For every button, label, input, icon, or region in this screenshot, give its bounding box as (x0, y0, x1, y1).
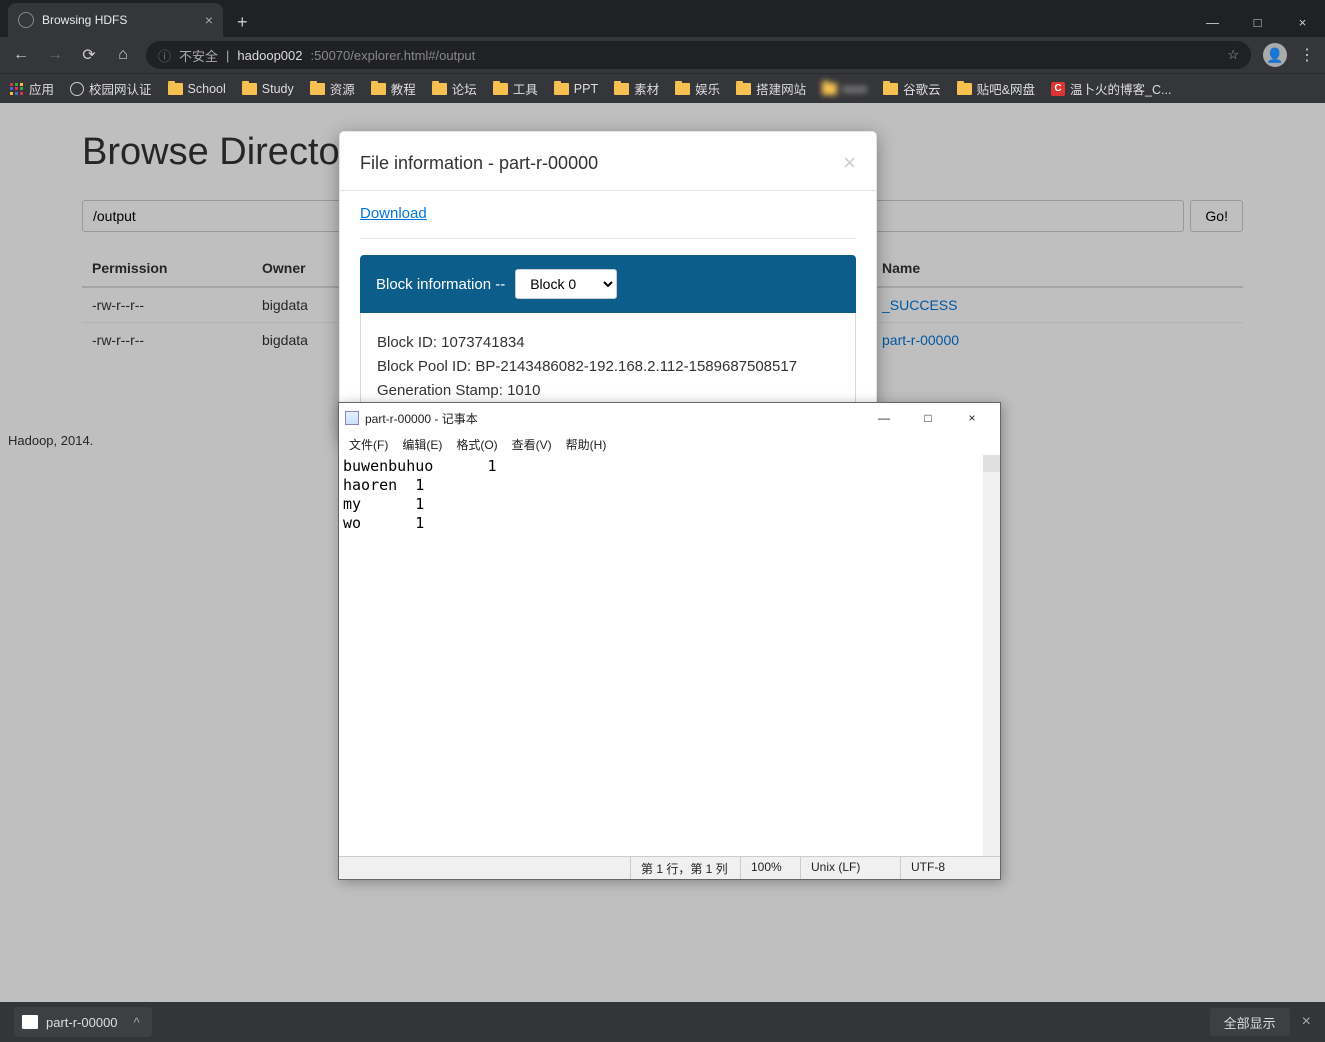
profile-avatar[interactable]: 👤 (1263, 43, 1287, 67)
block-select[interactable]: Block 0 (515, 269, 617, 299)
bookmark-item[interactable]: 工具 (493, 79, 538, 98)
url-input[interactable]: ⓘ 不安全 | hadoop002:50070/explorer.html#/o… (146, 41, 1251, 69)
download-filename: part-r-00000 (46, 1015, 118, 1030)
address-bar: ← → ⟳ ⌂ ⓘ 不安全 | hadoop002:50070/explorer… (0, 37, 1325, 73)
menu-help[interactable]: 帮助(H) (560, 434, 613, 455)
status-zoom: 100% (740, 857, 800, 879)
notepad-menubar: 文件(F) 编辑(E) 格式(O) 查看(V) 帮助(H) (339, 433, 1000, 455)
document-icon (345, 411, 359, 425)
url-path: :50070/explorer.html#/output (311, 48, 476, 63)
folder-icon (736, 83, 751, 95)
forward-button[interactable]: → (44, 46, 66, 64)
close-downloads-icon[interactable]: × (1302, 1013, 1311, 1031)
tab-title: Browsing HDFS (42, 13, 127, 27)
file-info-modal: File information - part-r-00000 × Downlo… (339, 131, 877, 440)
bookmark-item[interactable]: 素材 (614, 79, 659, 98)
modal-close-icon[interactable]: × (843, 150, 856, 176)
menu-file[interactable]: 文件(F) (343, 434, 394, 455)
folder-icon (675, 83, 690, 95)
bookmark-item[interactable]: 搭建网站 (736, 79, 806, 98)
block-id: Block ID: 1073741834 (377, 334, 839, 351)
minimize-icon[interactable]: — (1190, 7, 1235, 37)
notepad-titlebar[interactable]: part-r-00000 - 记事本 — □ × (339, 403, 1000, 433)
star-icon[interactable]: ☆ (1227, 47, 1239, 63)
site-icon: C (1051, 82, 1065, 96)
close-icon[interactable]: × (950, 411, 994, 425)
notepad-statusbar: 第 1 行，第 1 列 100% Unix (LF) UTF-8 (339, 856, 1000, 879)
gen-stamp: Generation Stamp: 1010 (377, 382, 839, 399)
bookmark-item[interactable]: 校园网认证 (70, 79, 152, 98)
folder-icon (554, 83, 569, 95)
bookmark-item[interactable]: 教程 (371, 79, 416, 98)
home-button[interactable]: ⌂ (112, 46, 134, 64)
modal-title: File information - part-r-00000 (360, 153, 598, 174)
bookmark-item[interactable]: C温卜火的博客_C... (1051, 79, 1171, 98)
bookmark-item[interactable]: School (168, 82, 226, 96)
bookmark-item[interactable]: PPT (554, 82, 598, 96)
maximize-icon[interactable]: □ (906, 411, 950, 425)
browser-tab[interactable]: Browsing HDFS × (8, 3, 223, 37)
close-icon[interactable]: × (1280, 7, 1325, 37)
new-tab-button[interactable]: + (223, 7, 262, 37)
menu-view[interactable]: 查看(V) (506, 434, 558, 455)
folder-icon (371, 83, 386, 95)
download-item[interactable]: part-r-00000 ^ (14, 1007, 152, 1037)
menu-icon[interactable]: ⋮ (1299, 45, 1315, 65)
bookmark-item[interactable]: 论坛 (432, 79, 477, 98)
menu-edit[interactable]: 编辑(E) (396, 434, 448, 455)
folder-icon (168, 83, 183, 95)
download-link[interactable]: Download (360, 205, 427, 222)
status-position: 第 1 行，第 1 列 (630, 857, 740, 879)
chevron-up-icon[interactable]: ^ (134, 1015, 140, 1030)
notepad-window: part-r-00000 - 记事本 — □ × 文件(F) 编辑(E) 格式(… (338, 402, 1001, 880)
minimize-icon[interactable]: — (862, 411, 906, 425)
bookmark-item[interactable]: 娱乐 (675, 79, 720, 98)
folder-icon (310, 83, 325, 95)
bookmark-item[interactable]: Study (242, 82, 294, 96)
file-icon (22, 1015, 38, 1029)
folder-icon (493, 83, 508, 95)
folder-icon (614, 83, 629, 95)
notepad-title: part-r-00000 - 记事本 (365, 410, 478, 427)
page-viewport: Browse Directory Go! Permission Owner Na… (0, 103, 1325, 1042)
browser-titlebar: Browsing HDFS × + — □ × (0, 0, 1325, 37)
back-button[interactable]: ← (10, 46, 32, 64)
insecure-label: 不安全 (179, 46, 218, 65)
bookmark-item[interactable]: 贴吧&网盘 (957, 79, 1035, 98)
bookmark-item[interactable]: xxxx (822, 82, 867, 96)
menu-format[interactable]: 格式(O) (450, 434, 503, 455)
folder-icon (822, 83, 837, 95)
bookmark-item[interactable]: 资源 (310, 79, 355, 98)
globe-icon (70, 82, 84, 96)
bookmark-item[interactable]: 谷歌云 (883, 79, 941, 98)
notepad-textarea[interactable]: buwenbuhuo 1 haoren 1 my 1 wo 1 (339, 455, 1000, 856)
close-tab-icon[interactable]: × (205, 12, 213, 28)
window-controls: — □ × (1190, 7, 1325, 37)
apps-button[interactable]: 应用 (10, 79, 54, 98)
bookmarks-bar: 应用 校园网认证 School Study 资源 教程 论坛 工具 PPT 素材… (0, 73, 1325, 103)
url-host: hadoop002 (237, 48, 302, 63)
folder-icon (432, 83, 447, 95)
folder-icon (957, 83, 972, 95)
show-all-button[interactable]: 全部显示 (1210, 1008, 1290, 1036)
folder-icon (242, 83, 257, 95)
scrollbar[interactable] (983, 455, 1000, 856)
globe-icon (18, 12, 34, 28)
status-encoding: UTF-8 (900, 857, 1000, 879)
block-pool-id: Block Pool ID: BP-2143486082-192.168.2.1… (377, 358, 839, 375)
folder-icon (883, 83, 898, 95)
maximize-icon[interactable]: □ (1235, 7, 1280, 37)
info-icon[interactable]: ⓘ (158, 46, 171, 65)
reload-button[interactable]: ⟳ (78, 45, 100, 65)
status-eol: Unix (LF) (800, 857, 900, 879)
downloads-bar: part-r-00000 ^ 全部显示 × (0, 1002, 1325, 1042)
block-info-header: Block information -- Block 0 (360, 255, 856, 313)
